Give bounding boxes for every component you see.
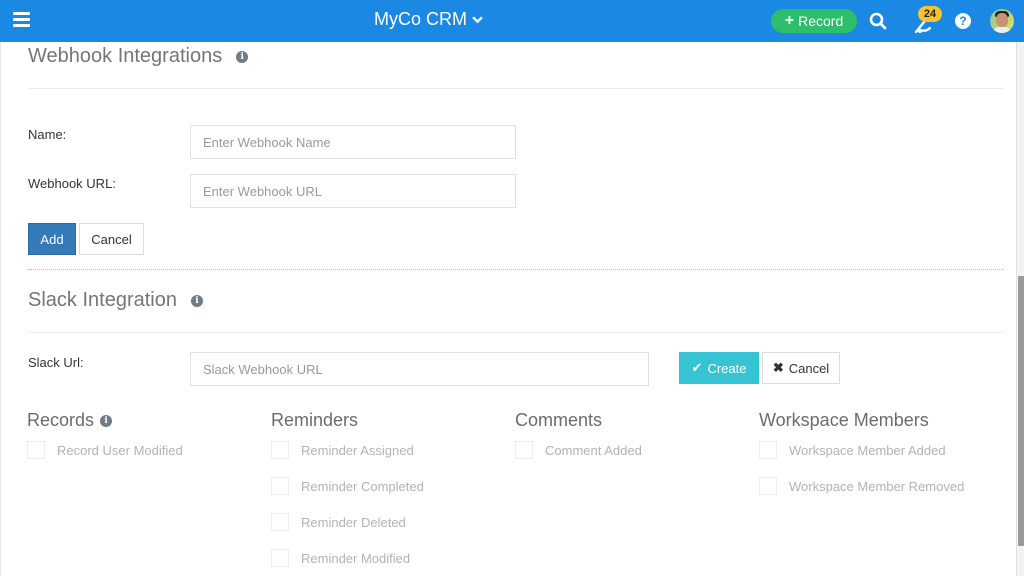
- divider: [28, 332, 1004, 333]
- checkbox-label: Reminder Deleted: [301, 514, 406, 530]
- records-group-title: Records i: [27, 410, 113, 431]
- notification-count-badge: 24: [918, 6, 942, 22]
- workspace-switcher[interactable]: MyCo CRM: [374, 9, 483, 30]
- slack-section-header: Slack Integration i: [28, 289, 203, 312]
- plus-icon: +: [784, 12, 795, 29]
- app-title: MyCo CRM: [374, 9, 467, 29]
- divider: [28, 88, 1004, 89]
- workspace-member-removed-checkbox[interactable]: [759, 477, 777, 495]
- checkbox-label: Comment Added: [545, 442, 642, 458]
- info-icon[interactable]: i: [236, 50, 249, 63]
- event-checkbox-row[interactable]: Record User Modified: [27, 441, 183, 459]
- checkbox-label: Reminder Completed: [301, 478, 424, 494]
- add-record-label: Record: [798, 13, 844, 29]
- vertical-scrollbar[interactable]: [1016, 42, 1024, 576]
- record-user-modified-checkbox[interactable]: [27, 441, 45, 459]
- webhook-name-label: Name:: [28, 127, 67, 142]
- webhook-url-label: Webhook URL:: [28, 176, 116, 191]
- reminder-modified-checkbox[interactable]: [271, 549, 289, 567]
- section-divider: [28, 269, 1004, 270]
- chevron-down-icon: [472, 16, 483, 24]
- event-checkbox-row[interactable]: Reminder Completed: [271, 477, 424, 495]
- webhook-url-input[interactable]: [190, 174, 516, 208]
- checkbox-label: Workspace Member Added: [789, 442, 946, 458]
- slack-section-title: Slack Integration: [28, 289, 177, 311]
- reminders-group-title: Reminders: [271, 410, 359, 430]
- check-icon: ✔: [691, 360, 703, 375]
- checkbox-label: Reminder Modified: [301, 550, 411, 566]
- event-checkbox-row[interactable]: Reminder Modified: [271, 549, 410, 567]
- top-navigation-bar: MyCo CRM + Record 24 ?: [0, 0, 1024, 42]
- checkbox-label: Reminder Assigned: [301, 442, 414, 458]
- cancel-webhook-button[interactable]: Cancel: [79, 223, 144, 255]
- info-icon[interactable]: i: [100, 414, 113, 427]
- cancel-slack-button[interactable]: ✖ Cancel: [762, 352, 840, 384]
- create-slack-button[interactable]: ✔ Create: [679, 352, 759, 384]
- create-label: Create: [707, 360, 747, 376]
- reminder-assigned-checkbox[interactable]: [271, 441, 289, 459]
- cancel-label: Cancel: [788, 360, 830, 376]
- search-icon[interactable]: [869, 12, 887, 30]
- event-checkbox-row[interactable]: Workspace Member Removed: [759, 477, 964, 495]
- integrations-panel: Webhook Integrations i Name: Webhook URL…: [0, 42, 1016, 576]
- workspace-members-group-title: Workspace Members: [759, 410, 929, 430]
- close-icon: ✖: [772, 360, 784, 375]
- checkbox-label: Record User Modified: [57, 442, 183, 458]
- event-checkbox-row[interactable]: Reminder Deleted: [271, 513, 406, 531]
- slack-url-label: Slack Url:: [28, 355, 84, 370]
- event-checkbox-row[interactable]: Comment Added: [515, 441, 642, 459]
- info-icon[interactable]: i: [190, 294, 203, 307]
- scrollbar-thumb[interactable]: [1018, 276, 1024, 546]
- reminder-completed-checkbox[interactable]: [271, 477, 289, 495]
- comments-group-title: Comments: [515, 410, 603, 430]
- webhook-section-title: Webhook Integrations: [28, 45, 223, 67]
- records-title-text: Records: [27, 410, 95, 430]
- slack-url-input[interactable]: [190, 352, 649, 386]
- checkbox-label: Workspace Member Removed: [789, 478, 965, 494]
- comment-added-checkbox[interactable]: [515, 441, 533, 459]
- hamburger-menu-icon[interactable]: [13, 12, 30, 27]
- help-icon[interactable]: ?: [955, 13, 971, 29]
- webhook-section-header: Webhook Integrations i: [28, 45, 249, 68]
- user-avatar[interactable]: [990, 9, 1014, 33]
- reminder-deleted-checkbox[interactable]: [271, 513, 289, 531]
- event-checkbox-row[interactable]: Workspace Member Added: [759, 441, 946, 459]
- add-webhook-button[interactable]: Add: [28, 223, 76, 255]
- webhook-name-input[interactable]: [190, 125, 516, 159]
- workspace-member-added-checkbox[interactable]: [759, 441, 777, 459]
- add-record-button[interactable]: + Record: [771, 9, 857, 33]
- event-checkbox-row[interactable]: Reminder Assigned: [271, 441, 414, 459]
